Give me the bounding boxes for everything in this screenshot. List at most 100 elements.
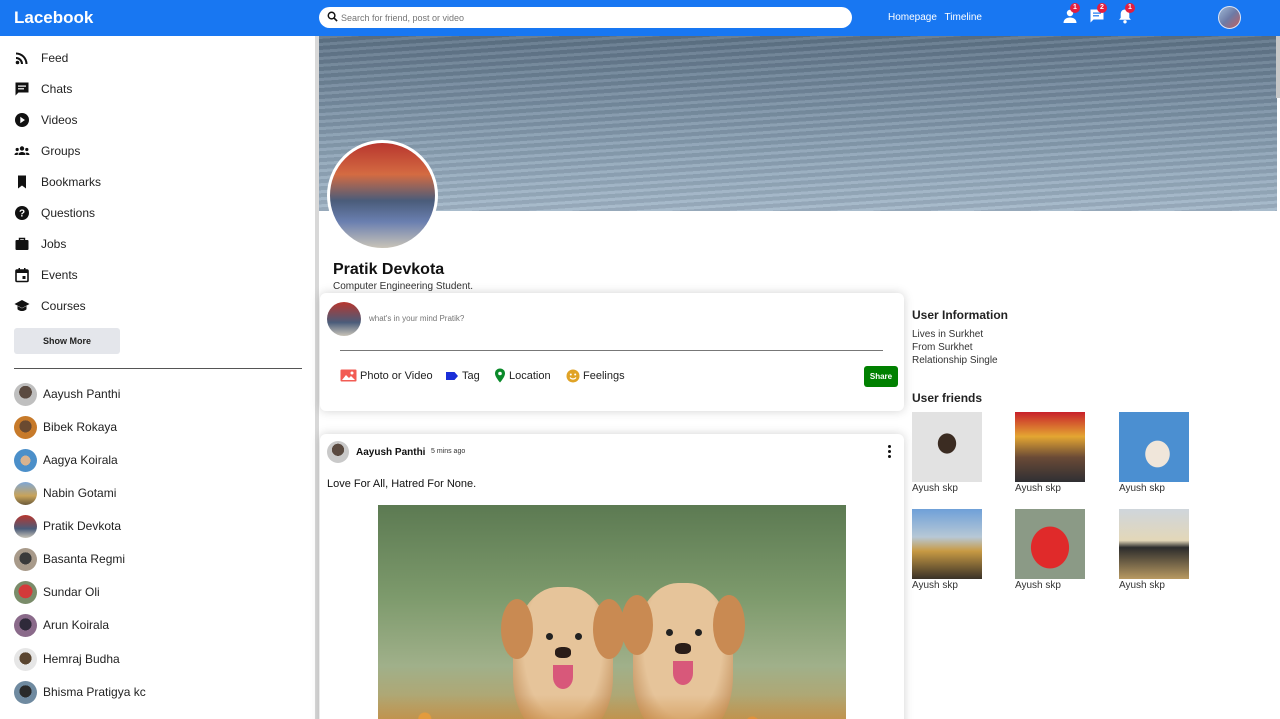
post-author[interactable]: Aayush Panthi — [356, 447, 425, 458]
user-friend-card[interactable]: Ayush skp — [1119, 412, 1189, 494]
avatar — [14, 448, 37, 472]
user-friend-card[interactable]: Ayush skp — [1015, 509, 1085, 591]
share-button[interactable]: Share — [864, 366, 898, 387]
post-input[interactable] — [369, 311, 869, 326]
photo-icon — [340, 369, 357, 382]
friend-list-item[interactable]: Bibek Rokaya — [14, 415, 117, 439]
more-vert-icon[interactable] — [884, 444, 894, 460]
notifications-badge: 1 — [1125, 3, 1135, 13]
account-avatar[interactable] — [1218, 6, 1241, 29]
friend-name: Bhisma Pratigya kc — [43, 685, 146, 699]
friend-list-item[interactable]: Nabin Gotami — [14, 481, 116, 505]
option-label: Tag — [462, 369, 480, 382]
friend-name: Ayush skp — [912, 580, 958, 591]
friend-list-item[interactable]: Hemraj Budha — [14, 647, 120, 671]
avatar[interactable] — [327, 441, 349, 463]
friend-name: Arun Koirala — [43, 618, 110, 632]
sidebar-item-events[interactable]: Events — [14, 265, 78, 285]
sidebar-item-feed[interactable]: Feed — [14, 48, 68, 68]
avatar — [14, 415, 37, 439]
location-pin-icon — [495, 368, 505, 383]
school-icon — [14, 300, 30, 311]
sidebar-item-label: Chats — [41, 82, 73, 96]
sidebar-item-label: Videos — [41, 113, 78, 127]
sidebar-item-bookmarks[interactable]: Bookmarks — [14, 172, 101, 192]
friend-photo — [1015, 509, 1085, 579]
avatar — [327, 302, 361, 336]
post-card: Aayush Panthi 5 mins ago Love For All, H… — [320, 434, 904, 719]
messages-button[interactable]: 2 — [1089, 3, 1107, 26]
friend-list-item[interactable]: Aagya Koirala — [14, 448, 118, 472]
user-info-line: From Surkhet — [912, 342, 973, 353]
work-icon — [15, 237, 29, 250]
friend-name: Hemraj Budha — [43, 652, 120, 666]
user-friend-card[interactable]: Ayush skp — [1119, 509, 1189, 591]
notifications-button[interactable]: 1 — [1117, 3, 1135, 26]
friend-list-item[interactable]: Basanta Regmi — [14, 547, 125, 571]
friend-requests-button[interactable]: 1 — [1062, 3, 1080, 26]
feelings-option[interactable]: Feelings — [566, 367, 625, 384]
flower-foreground — [378, 695, 846, 719]
friend-list-item[interactable]: Bhisma Pratigya kc — [14, 680, 146, 704]
sidebar-item-videos[interactable]: Videos — [14, 110, 77, 130]
app-logo[interactable]: Lacebook — [14, 8, 93, 28]
photo-video-option[interactable]: Photo or Video — [340, 367, 433, 384]
group-icon — [14, 146, 30, 155]
emoji-icon — [566, 369, 580, 382]
friend-name: Aayush Panthi — [43, 387, 121, 401]
messages-badge: 2 — [1097, 3, 1107, 13]
friend-name: Ayush skp — [1015, 580, 1061, 591]
friend-photo — [912, 509, 982, 579]
play-circle-icon — [15, 113, 29, 127]
cover-photo — [319, 36, 1277, 211]
friend-photo — [912, 412, 982, 482]
sidebar-item-label: Feed — [41, 51, 69, 65]
sidebar-item-chats[interactable]: Chats — [14, 79, 72, 99]
friend-name: Pratik Devkota — [43, 519, 122, 533]
post-text: Love For All, Hatred For None. — [327, 478, 477, 490]
user-friend-card[interactable]: Ayush skp — [1015, 412, 1085, 494]
user-information-title: User Information — [912, 308, 1009, 322]
friend-list-item[interactable]: Aayush Panthi — [14, 382, 120, 406]
location-option[interactable]: Location — [494, 367, 551, 384]
avatar — [14, 680, 37, 704]
sidebar-item-jobs[interactable]: Jobs — [14, 234, 66, 254]
friend-list-item[interactable]: Sundar Oli — [14, 580, 100, 604]
friend-photo — [1119, 509, 1189, 579]
friend-photo — [1119, 412, 1189, 482]
friend-name: Ayush skp — [1119, 483, 1165, 494]
help-circle-icon: ? — [15, 206, 29, 220]
avatar — [14, 382, 37, 406]
friend-name: Nabin Gotami — [43, 486, 117, 500]
homepage-link[interactable]: Homepage — [888, 12, 937, 23]
sidebar-item-questions[interactable]: ? Questions — [14, 203, 95, 223]
post-image[interactable] — [378, 505, 846, 719]
sidebar-item-courses[interactable]: Courses — [14, 296, 86, 316]
search-icon — [327, 11, 338, 22]
svg-text:?: ? — [19, 209, 25, 220]
sidebar-item-groups[interactable]: Groups — [14, 141, 80, 161]
friend-list-item[interactable]: Arun Koirala — [14, 613, 109, 637]
sidebar-divider — [14, 368, 302, 369]
user-friends-title: User friends — [912, 391, 983, 405]
chat-icon — [15, 82, 29, 96]
user-friend-card[interactable]: Ayush skp — [912, 412, 982, 494]
avatar — [14, 580, 37, 604]
search-bar[interactable] — [319, 7, 852, 28]
show-more-button[interactable]: Show More — [14, 328, 120, 354]
page-scrollbar[interactable] — [1276, 36, 1280, 98]
tag-option[interactable]: Tag — [445, 367, 480, 384]
sidebar-item-label: Events — [41, 268, 78, 282]
friend-list-item[interactable]: Pratik Devkota — [14, 514, 121, 538]
user-friend-card[interactable]: Ayush skp — [912, 509, 982, 591]
sidebar-item-label: Courses — [41, 299, 86, 313]
avatar — [14, 647, 37, 671]
avatar — [14, 481, 37, 505]
search-input[interactable] — [341, 9, 841, 26]
friend-name: Aagya Koirala — [43, 453, 118, 467]
profile-picture[interactable] — [327, 140, 438, 251]
option-label: Photo or Video — [360, 369, 433, 382]
option-label: Feelings — [583, 369, 625, 382]
user-info-line: Relationship Single — [912, 355, 998, 366]
timeline-link[interactable]: Timeline — [945, 12, 982, 23]
